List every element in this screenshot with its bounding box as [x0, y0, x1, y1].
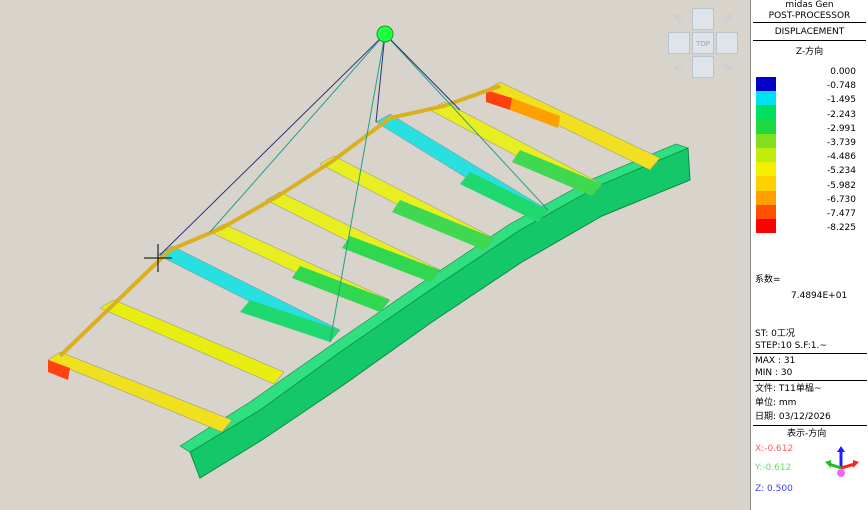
- legend-value: -8.225: [826, 223, 856, 234]
- legend-value: -2.243: [826, 109, 856, 120]
- contour-legend: 0.000 -0.748 -1.495 -2.243 -2.991 -3.739 -4.48…: [756, 67, 866, 240]
- cursor-crosshair: [144, 244, 172, 272]
- min-node: MIN : 30: [755, 368, 793, 378]
- viewcube-bottom-face[interactable]: [692, 56, 714, 78]
- viewcube-top-face[interactable]: [692, 8, 714, 30]
- result-type: DISPLACEMENT: [774, 27, 845, 37]
- viewcube-sw-arrow-icon[interactable]: ⇙: [672, 60, 686, 74]
- legend-value: -7.477: [826, 208, 856, 219]
- result-legend-panel: midas Gen POST-PROCESSOR DISPLACEMENT Z-…: [750, 0, 868, 510]
- step-label: STEP:10 S.F:1.~: [755, 341, 827, 351]
- viewcube-se-arrow-icon[interactable]: ⇘: [720, 60, 734, 74]
- legend-value: -3.739: [826, 137, 856, 148]
- legend-row: -8.225: [756, 223, 866, 240]
- legend-value: -5.982: [826, 180, 856, 191]
- viewcube-left-face[interactable]: [668, 32, 690, 54]
- legend-value: -5.234: [826, 166, 856, 177]
- max-node: MAX : 31: [755, 356, 796, 366]
- stage-label: ST: 0工况: [755, 329, 795, 339]
- factor-value: 7.4894E+01: [791, 291, 848, 301]
- crossbeam-1[interactable]: [47, 351, 233, 433]
- view-cube[interactable]: TOP ⇖ ⇗ ⇙ ⇘: [668, 8, 740, 78]
- legend-value: -6.730: [826, 194, 856, 205]
- legend-value: 0.000: [830, 67, 856, 77]
- axis-y-value: Y:-0.612: [755, 463, 792, 473]
- legend-value: -2.991: [826, 123, 856, 134]
- model-viewport[interactable]: TOP ⇖ ⇗ ⇙ ⇘: [0, 0, 750, 510]
- viewcube-right-face[interactable]: [716, 32, 738, 54]
- legend-value: -0.748: [826, 81, 856, 92]
- structure-model-view[interactable]: [0, 0, 750, 510]
- view-direction-label: 表示-方向: [787, 429, 827, 439]
- crossbeams[interactable]: [47, 81, 661, 433]
- factor-label: 系数=: [755, 275, 781, 285]
- axis-triad-icon: [825, 446, 859, 477]
- date-label: 日期: 03/12/2026: [755, 412, 831, 422]
- viewcube-top-label[interactable]: TOP: [692, 32, 714, 54]
- app-name: midas Gen: [785, 0, 834, 10]
- component-label: Z-方向: [795, 47, 824, 57]
- unit-label: 单位: mm: [755, 398, 797, 408]
- lifting-point-node[interactable]: [376, 25, 394, 43]
- file-name: 文件: T11单榀~: [755, 384, 822, 394]
- viewcube-nw-arrow-icon[interactable]: ⇖: [672, 12, 686, 26]
- legend-value: -4.486: [826, 152, 856, 163]
- crossbeam-9[interactable]: [485, 81, 661, 171]
- viewcube-ne-arrow-icon[interactable]: ⇗: [720, 12, 734, 26]
- axis-x-value: X:-0.612: [755, 444, 794, 454]
- legend-value: -1.495: [826, 95, 856, 106]
- axis-z-value: Z: 0.500: [755, 484, 793, 494]
- midas-post-processor-window: TOP ⇖ ⇗ ⇙ ⇘ midas Gen POST-PROCESSOR DIS…: [0, 0, 868, 510]
- processor-label: POST-PROCESSOR: [768, 11, 851, 21]
